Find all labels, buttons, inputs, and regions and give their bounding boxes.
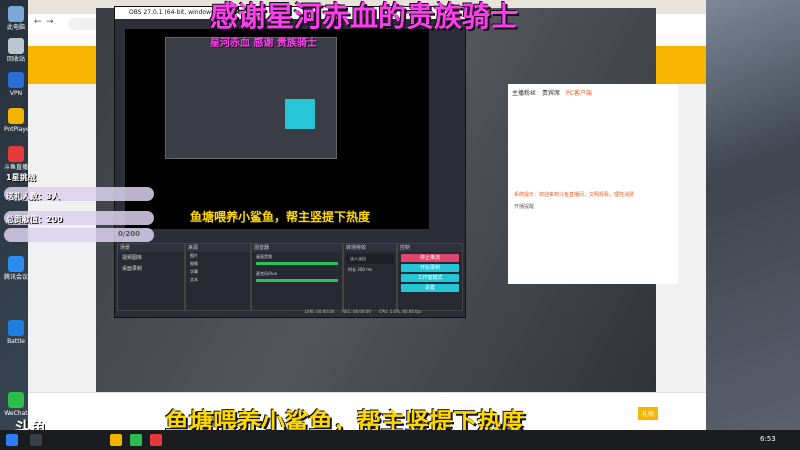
desktop-icon-vpn[interactable]: VPN xyxy=(4,72,28,97)
source-item[interactable]: 字幕 xyxy=(186,268,250,276)
taskbar-clock: 6:53 xyxy=(760,435,776,443)
taskbar-app-icon[interactable] xyxy=(130,434,142,446)
transitions-dock: 转场特效 淡入淡出 时长 300 ms xyxy=(343,243,397,311)
source-item[interactable]: 图片 xyxy=(186,252,250,260)
background-game-scene xyxy=(706,0,800,430)
preview-banner: 鱼塘喂养小鲨鱼，帮主竖提下热度 xyxy=(190,210,371,224)
progress-label: 0/200 xyxy=(118,230,141,238)
back-icon[interactable]: ← xyxy=(34,17,42,27)
scene-item[interactable]: 视频图库 xyxy=(118,252,184,263)
live-reminder[interactable]: 开播提醒 xyxy=(508,199,678,214)
search-icon[interactable] xyxy=(30,434,42,446)
mixer-dock: 混音器 桌面音频 麦克风/Aux xyxy=(251,243,343,311)
mixer-meter xyxy=(256,279,338,282)
settings-button[interactable]: 设置 xyxy=(401,284,459,292)
start-recording-button[interactable]: 开始录制 xyxy=(401,264,459,272)
transition-select[interactable]: 淡入淡出 xyxy=(346,254,394,264)
controls-dock: 控制 停止推流 开始录制 工作室模式 设置 xyxy=(397,243,463,311)
taskbar-app-icon[interactable] xyxy=(110,434,122,446)
desktop-icon-potplayer[interactable]: PotPlayer xyxy=(4,108,32,133)
tab-pc-client[interactable]: PC客户端 xyxy=(566,88,592,97)
system-notice: 系统提示：欢迎来到斗鱼直播间，文明观看，理性消费 xyxy=(514,192,635,198)
challenge-label: 1星挑战 xyxy=(6,173,36,182)
obs-preview[interactable] xyxy=(125,29,429,229)
rec-status: REC: 00:00:00 xyxy=(342,309,371,314)
source-item[interactable]: 文本 xyxy=(186,276,250,284)
start-icon[interactable] xyxy=(6,434,18,446)
scene-item[interactable]: 桌面录制 xyxy=(118,263,184,274)
thanks-overlay-subtitle: 星河赤血 感谢 贵族骑士 xyxy=(210,38,317,49)
live-status: LIVE: 00:00:00 xyxy=(305,309,335,314)
tab-vip[interactable]: 贵宾席 xyxy=(542,88,560,97)
taskbar: 6:53 xyxy=(0,430,800,450)
obs-status-bar: LIVE: 00:00:00 REC: 00:00:00 CPU: 1.0%, … xyxy=(305,309,421,314)
cpu-status: CPU: 1.0%, 60.00 fps xyxy=(378,309,422,314)
desktop-icon-recycle-bin[interactable]: 回收站 xyxy=(4,38,28,63)
obs-window: OBS 27.0.1 (64-bit, windows) - 配置文件 场景 视… xyxy=(114,6,466,318)
mixer-track: 麦克风/Aux xyxy=(256,271,277,276)
desktop-icon-computer[interactable]: 此电脑 xyxy=(4,6,28,31)
scenes-dock: 场景 视频图库 桌面录制 xyxy=(117,243,185,311)
transition-duration-label: 时长 xyxy=(348,267,356,272)
gift-count-label: 送礼人数：3人 xyxy=(6,192,60,201)
stop-streaming-button[interactable]: 停止推流 xyxy=(401,254,459,262)
mixer-track: 桌面音频 xyxy=(256,254,272,259)
desktop-icon-battle[interactable]: Battle xyxy=(4,320,28,345)
forward-icon[interactable]: → xyxy=(46,17,54,27)
transition-duration[interactable]: 300 ms xyxy=(357,267,372,272)
total-label: 总贡献值：200 xyxy=(6,215,63,224)
gift-button[interactable]: 礼物 xyxy=(638,407,659,420)
desktop-icon-douyu[interactable]: 斗鱼直播 xyxy=(4,146,28,171)
taskbar-app-icon[interactable] xyxy=(150,434,162,446)
nested-preview-inner xyxy=(285,99,315,129)
nested-preview xyxy=(165,37,337,159)
bottom-banner: 鱼塘喂养小鲨鱼，帮主竖提下热度 xyxy=(165,408,525,436)
right-info-panel: 主播粉丝 贵宾席 PC客户端 系统提示：欢迎来到斗鱼直播间，文明观看，理性消费 … xyxy=(508,84,678,284)
right-panel-tabs: 主播粉丝 贵宾席 PC客户端 xyxy=(508,84,678,101)
thanks-overlay-title: 感谢星河赤血的贵族骑士 xyxy=(210,0,519,33)
source-item[interactable]: 图像 xyxy=(186,260,250,268)
desktop-icon-meeting[interactable]: 腾讯会议 xyxy=(4,256,28,281)
sources-dock: 来源 图片 图像 字幕 文本 xyxy=(185,243,251,311)
tab-fans[interactable]: 主播粉丝 xyxy=(512,88,536,97)
studio-mode-button[interactable]: 工作室模式 xyxy=(401,274,459,282)
